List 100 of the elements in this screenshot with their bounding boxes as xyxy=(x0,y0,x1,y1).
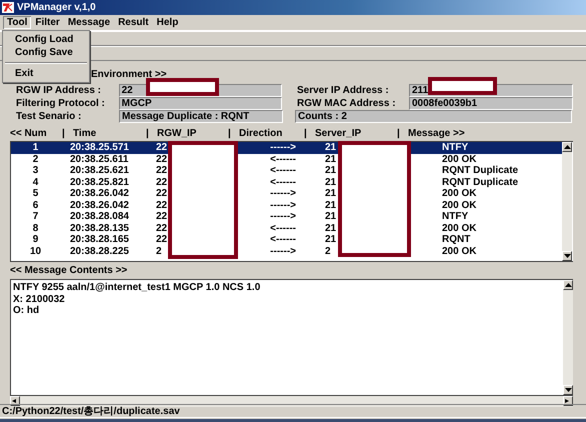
menu-item[interactable]: Result xyxy=(114,16,153,29)
table-cell-text: 20:38.26.042 xyxy=(69,188,130,200)
text-line: O: hd xyxy=(13,305,40,316)
text-field[interactable]: MGCP xyxy=(118,97,282,110)
table-cell-text: 5 xyxy=(32,188,40,200)
table-cell-text: 20:38.28.084 xyxy=(69,211,130,222)
scroll-up-button[interactable] xyxy=(563,280,573,290)
column-header[interactable]: << Num xyxy=(10,128,62,140)
table-cell-text: 200 OK xyxy=(441,154,478,165)
table-cell-text: 20:38.25.821 xyxy=(69,176,130,188)
column-separator: | xyxy=(304,128,308,140)
group-label: Environment >> xyxy=(91,69,167,80)
scroll-down-button[interactable] xyxy=(563,385,573,395)
table-cell-text: 22 xyxy=(156,176,168,188)
column-separator: | xyxy=(146,128,150,140)
table-cell-text: 21 xyxy=(324,211,338,222)
field-label: Filtering Protocol : xyxy=(16,97,106,110)
column-header[interactable]: Time xyxy=(73,128,146,140)
scroll-down-button[interactable] xyxy=(562,251,572,261)
text-field[interactable]: 0008fe0039b1 xyxy=(409,97,573,110)
table-cell-text: <------ xyxy=(269,154,297,165)
table-cell-text: ------> xyxy=(269,246,297,257)
table-cell-text: RQNT Duplicate xyxy=(441,165,520,176)
table-cell-text: 22 xyxy=(156,211,168,222)
table-cell-text: 22 xyxy=(156,200,168,211)
table-cell: 20:38.25.571 xyxy=(60,142,156,154)
column-separator: | xyxy=(62,128,66,140)
table-cell-text: 10 xyxy=(28,246,42,257)
table-cell-text: 20:38.26.042 xyxy=(69,200,130,211)
table-cell-text: 21 xyxy=(324,165,338,176)
table-cell-text: 2 xyxy=(32,154,40,165)
table-cell-text: 21 xyxy=(324,222,338,234)
menu-item[interactable]: Tool xyxy=(3,16,32,29)
scrollbar[interactable] xyxy=(562,142,572,261)
table-cell-text: RQNT Duplicate xyxy=(441,176,520,188)
scroll-right-button[interactable] xyxy=(563,396,573,406)
arrow-icon xyxy=(564,254,570,258)
window-title: VPManager v,1,0 xyxy=(17,2,96,14)
table-cell-text: 22 xyxy=(156,222,168,234)
column-header[interactable]: RGW_IP xyxy=(157,128,228,140)
table-cell-text: 3 xyxy=(32,165,40,176)
field-label: Test Senario : xyxy=(16,110,82,123)
app-icon xyxy=(2,2,14,13)
text-field[interactable]: Message Duplicate : RQNT xyxy=(119,110,283,123)
arrow-icon xyxy=(564,145,570,149)
table-cell-text: 22 xyxy=(156,165,168,176)
menu-item[interactable]: Help xyxy=(152,16,182,29)
arrow-icon xyxy=(564,283,572,287)
table-cell: ------> xyxy=(247,142,318,154)
counts-field: Counts : 2 xyxy=(295,110,572,123)
scrollbar[interactable] xyxy=(563,280,573,395)
scrollbar[interactable] xyxy=(10,396,573,407)
table-cell-text: ------> xyxy=(269,211,297,222)
table-cell-text: 21 xyxy=(324,234,338,246)
field-label: Server IP Address : xyxy=(297,84,390,97)
table-cell-text: RQNT xyxy=(441,234,472,246)
table-cell-text: 20:38.28.225 xyxy=(69,246,130,257)
table-cell: 1 xyxy=(11,142,60,154)
table-cell-text: 9 xyxy=(32,234,40,246)
column-header[interactable]: Message >> xyxy=(408,128,488,140)
table-cell-text: 200 OK xyxy=(441,246,478,257)
table-cell-text: 21 xyxy=(324,176,338,188)
column-header[interactable]: Server_IP xyxy=(315,128,397,140)
table-cell-text: 21 xyxy=(324,200,338,211)
table-cell-text: <------ xyxy=(269,234,297,246)
menu-option[interactable]: Exit xyxy=(3,67,89,80)
status-bar: C:/Python22/test/총다리/duplicate.sav xyxy=(0,404,586,418)
menu-option[interactable]: Config Save xyxy=(3,46,89,59)
message-text-area[interactable]: NTFY 9255 aaln/1@internet_test1 MGCP 1.0 NCS 1.0 X: 2100032 O: hd xyxy=(10,279,573,396)
table-cell-text: 6 xyxy=(32,200,40,211)
table-cell-text: 21 xyxy=(324,154,338,165)
table-cell-text: 22 xyxy=(156,188,168,200)
menu-item[interactable]: Message xyxy=(64,16,114,29)
column-header[interactable]: Direction xyxy=(239,128,304,140)
table-cell-text: 200 OK xyxy=(441,200,478,211)
table-cell: NTFY xyxy=(438,142,562,154)
table-cell-text: 20:38.28.165 xyxy=(69,234,130,246)
table-cell-text: 20:38.25.621 xyxy=(69,165,130,176)
table-cell-text: ------> xyxy=(269,200,297,211)
table-cell-text: 21 xyxy=(324,188,338,200)
table-cell-text: <------ xyxy=(269,176,297,188)
table-cell-text: 22 xyxy=(156,234,168,246)
table-cell-text: 7 xyxy=(32,211,40,222)
table-cell-text: 22 xyxy=(156,154,168,165)
table-cell-text: 2 xyxy=(156,246,163,257)
arrow-icon xyxy=(12,399,18,403)
table-cell-text: 8 xyxy=(32,222,40,234)
table-cell-text: 200 OK xyxy=(441,222,478,234)
table-cell-text: NTFY xyxy=(441,211,470,222)
menu-item[interactable]: Filter xyxy=(31,16,64,29)
table-cell-text: 2 xyxy=(324,246,332,257)
table-cell-text: 200 OK xyxy=(441,188,478,200)
scroll-left-button[interactable] xyxy=(10,396,20,406)
scroll-up-button[interactable] xyxy=(562,142,572,152)
table-cell-text: 4 xyxy=(32,176,40,188)
field-label: RGW MAC Address : xyxy=(297,97,397,110)
table-cell-text: 20:38.28.135 xyxy=(69,222,130,234)
menu-option[interactable]: Config Load xyxy=(3,33,89,46)
column-separator: | xyxy=(397,128,401,140)
column-separator: | xyxy=(228,128,232,140)
